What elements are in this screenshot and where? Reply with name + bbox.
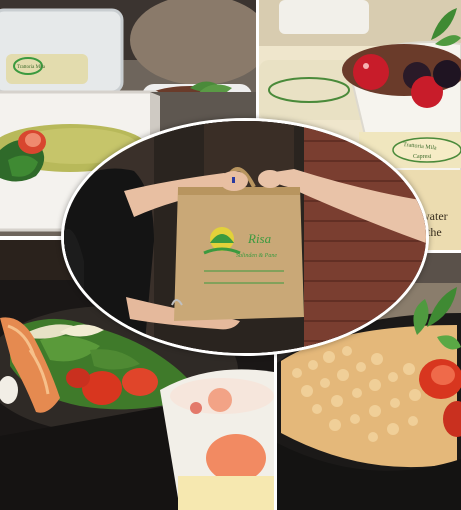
cup-sublabel: Capresi xyxy=(413,154,432,160)
container-label: Trattoria Mila xyxy=(17,65,46,70)
bag-handoff-photo: Risa Salinden & Pane xyxy=(61,118,429,356)
bag-brand: Risa xyxy=(247,231,272,246)
photo-collage: Trattoria Mila Trattoria Mila Capresi wa… xyxy=(0,0,461,510)
menu-text-the: the xyxy=(427,225,442,239)
bag-tagline: Salinden & Pane xyxy=(236,253,277,259)
